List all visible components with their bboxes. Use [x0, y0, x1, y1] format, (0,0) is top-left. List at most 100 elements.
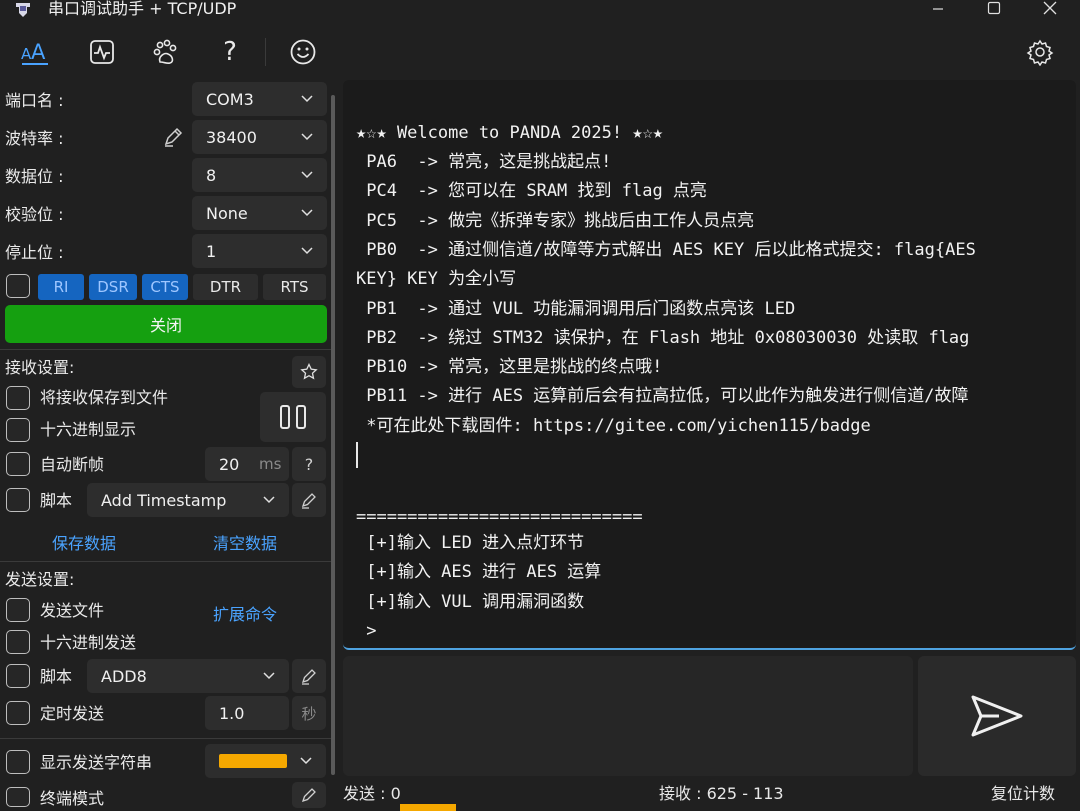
smiley-icon[interactable]: [285, 34, 321, 70]
send-script-select[interactable]: ADD8: [87, 659, 289, 693]
waveform-icon[interactable]: [84, 34, 120, 70]
save-to-file-checkbox[interactable]: [6, 386, 30, 410]
auto-frame-help-button[interactable]: ?: [292, 447, 326, 481]
receive-script-select[interactable]: Add Timestamp: [87, 483, 289, 517]
send-settings-title: 发送设置:: [5, 570, 75, 589]
show-send-string-label: 显示发送字符串: [40, 753, 153, 772]
receive-script-edit-icon[interactable]: [292, 483, 326, 517]
send-script-edit-icon[interactable]: [292, 659, 326, 693]
parity-label: 校验位 :: [5, 205, 64, 224]
baud-value: 38400: [206, 127, 257, 147]
terminal-mode-label: 终端模式: [40, 789, 105, 808]
auto-frame-unit: ms: [259, 455, 282, 473]
chevron-down-icon: [301, 133, 313, 141]
auto-frame-label: 自动断帧: [40, 455, 105, 474]
auto-frame-checkbox[interactable]: [6, 452, 30, 476]
save-to-file-label: 将接收保存到文件: [40, 388, 169, 407]
auto-frame-input[interactable]: 20 ms: [205, 447, 289, 481]
terminal-mode-checkbox[interactable]: [6, 787, 30, 807]
databits-value: 8: [206, 165, 217, 185]
receive-line: PB10 -> 常亮，这里是挑战的终点哦!: [356, 357, 663, 377]
section-divider: [0, 561, 332, 562]
auto-frame-value: 20: [219, 454, 240, 474]
pen-edit-icon[interactable]: [162, 126, 184, 148]
receive-script-value: Add Timestamp: [101, 490, 227, 510]
signal-cts[interactable]: CTS: [142, 274, 188, 300]
star-icon[interactable]: [292, 356, 326, 388]
receive-line: KEY} KEY 为全小写: [356, 269, 517, 289]
status-marker: [400, 804, 456, 811]
hex-send-label: 十六进制发送: [40, 633, 137, 652]
receive-line: [+]输入 LED 进入点灯环节: [356, 533, 585, 553]
receive-script-checkbox[interactable]: [6, 488, 30, 512]
chevron-down-icon: [301, 171, 313, 179]
terminal-mode-edit-icon[interactable]: [292, 782, 326, 808]
hex-display-checkbox[interactable]: [6, 418, 30, 442]
timed-send-checkbox[interactable]: [6, 701, 30, 725]
send-file-label: 发送文件: [40, 601, 105, 620]
stopbits-label: 停止位 :: [5, 243, 64, 262]
databits-select[interactable]: 8: [192, 158, 327, 192]
hex-send-checkbox[interactable]: [6, 630, 30, 654]
receive-line: ============================: [356, 507, 643, 527]
svg-text:A: A: [31, 40, 46, 64]
pause-icon: [280, 405, 306, 429]
receive-line: PB0 -> 通过侧信道/故障等方式解出 AES KEY 后以此格式提交: fl…: [356, 240, 976, 260]
timed-send-label: 定时发送: [40, 704, 105, 723]
stopbits-value: 1: [206, 241, 217, 261]
receive-line: PB2 -> 绕过 STM32 读保护，在 Flash 地址 0x0803003…: [356, 328, 970, 348]
close-port-button[interactable]: 关闭: [5, 305, 327, 343]
receive-line: PA6 -> 常亮，这是挑战起点!: [356, 152, 612, 172]
reset-count-link[interactable]: 复位计数: [991, 784, 1055, 804]
send-script-checkbox[interactable]: [6, 664, 30, 688]
extend-command-link[interactable]: 扩展命令: [213, 601, 277, 625]
signal-rts[interactable]: RTS: [263, 274, 326, 300]
help-icon[interactable]: ?: [212, 34, 248, 70]
receive-line: ★☆★ Welcome to PANDA 2025! ★☆★: [356, 123, 664, 143]
received-count: 接收 : 625 - 113: [659, 784, 784, 803]
signal-dsr[interactable]: DSR: [89, 274, 137, 300]
maximize-icon[interactable]: [974, 0, 1014, 18]
timed-send-value: 1.0: [219, 703, 245, 723]
left-panel-scrollbar[interactable]: [331, 95, 335, 775]
baud-select[interactable]: 38400: [192, 120, 327, 154]
close-icon[interactable]: [1030, 0, 1070, 18]
send-input[interactable]: [343, 656, 913, 776]
save-data-link[interactable]: 保存数据: [52, 530, 116, 554]
port-select[interactable]: COM3: [192, 82, 327, 116]
chevron-down-icon: [263, 672, 275, 680]
paw-icon[interactable]: [148, 34, 184, 70]
font-size-icon[interactable]: A A: [17, 34, 53, 70]
send-script-value: ADD8: [101, 666, 147, 686]
gear-icon[interactable]: [1022, 34, 1058, 70]
timed-send-input[interactable]: 1.0: [205, 696, 289, 730]
send-file-checkbox[interactable]: [6, 598, 30, 622]
show-send-string-checkbox[interactable]: [6, 750, 30, 774]
parity-select[interactable]: None: [192, 196, 327, 230]
chevron-down-icon: [301, 95, 313, 103]
receive-line: *可在此处下载固件: https://gitee.com/yichen115/b…: [356, 416, 871, 436]
receive-line: PB11 -> 进行 AES 运算前后会有拉高拉低，可以此作为触发进行侧信道/故…: [356, 386, 969, 406]
receive-settings-title: 接收设置:: [5, 358, 75, 377]
toolbar-divider: [265, 38, 266, 66]
signal-ri[interactable]: RI: [38, 274, 84, 300]
send-button[interactable]: [918, 656, 1076, 776]
signal-checkbox[interactable]: [6, 274, 30, 298]
port-value: COM3: [206, 89, 254, 109]
stopbits-select[interactable]: 1: [192, 234, 327, 268]
section-divider: [0, 349, 332, 350]
minimize-icon[interactable]: [918, 0, 958, 18]
receive-line: PB1 -> 通过 VUL 功能漏洞调用后门函数点亮该 LED: [356, 299, 796, 319]
window-title: 串口调试助手 + TCP/UDP: [48, 0, 237, 18]
pause-button[interactable]: [260, 392, 326, 442]
hex-display-label: 十六进制显示: [40, 420, 137, 439]
send-string-color-select[interactable]: [205, 744, 326, 778]
clear-data-link[interactable]: 清空数据: [213, 530, 277, 554]
receive-line: >: [356, 621, 377, 641]
timed-send-unit: 秒: [292, 696, 326, 730]
chevron-down-icon: [300, 757, 312, 765]
receive-line: PC5 -> 做完《拆弹专家》挑战后由工作人员点亮: [356, 211, 755, 231]
port-label: 端口名 :: [5, 91, 64, 110]
signal-dtr[interactable]: DTR: [193, 274, 258, 300]
sent-count: 发送 : 0: [343, 784, 401, 803]
